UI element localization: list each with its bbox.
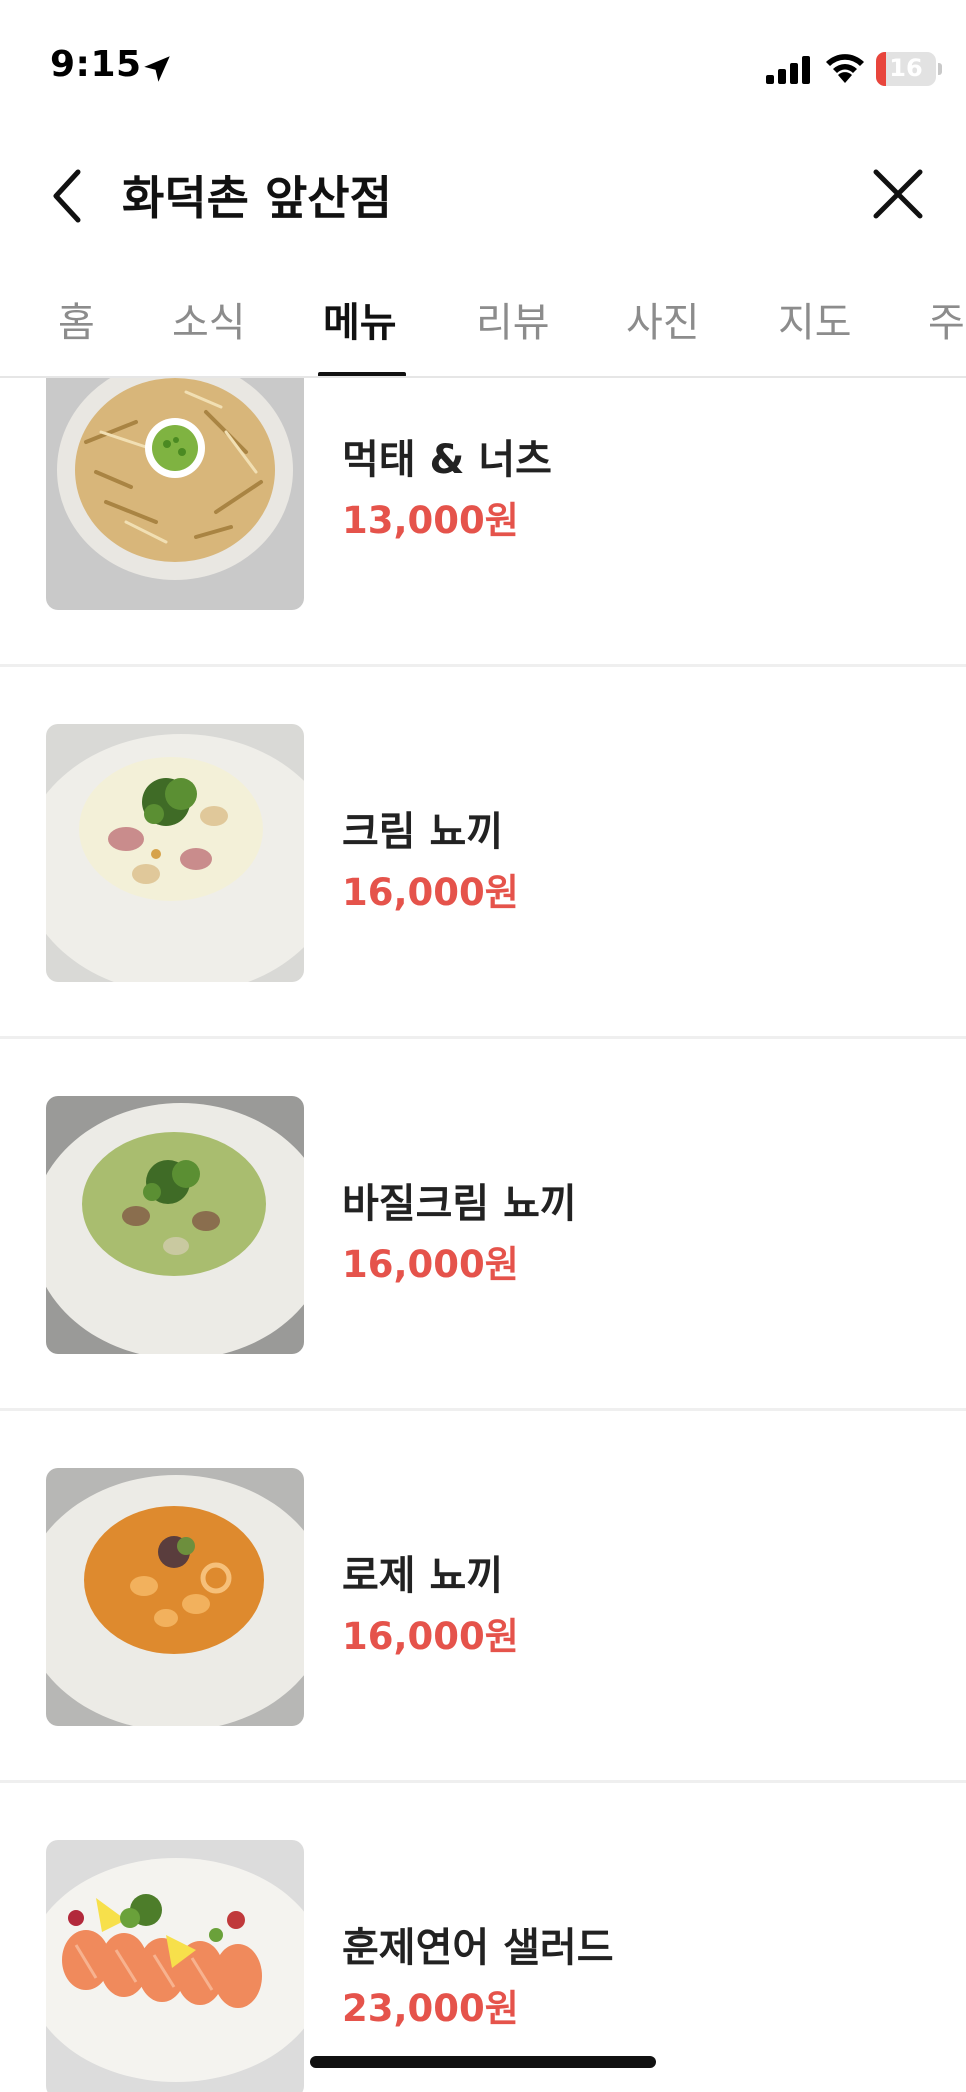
wifi-icon (826, 54, 864, 83)
tab-more[interactable]: 주 (928, 290, 965, 348)
status-bar: 9:15 16 (0, 0, 966, 130)
menu-item-name: 바질크림 뇨끼 (342, 1181, 577, 1227)
tab-reviews[interactable]: 리뷰 (476, 290, 550, 348)
status-time: 9:15 (50, 44, 142, 85)
page-title: 화덕촌 앞산점 (122, 171, 392, 225)
menu-item[interactable]: 훈제연어 샐러드 23,000원 (0, 1783, 966, 2092)
menu-item-price: 16,000원 (342, 1615, 519, 1658)
tab-photos[interactable]: 사진 (626, 290, 700, 348)
menu-item-price: 16,000원 (342, 1243, 519, 1286)
menu-item-image (46, 1468, 304, 1726)
menu-item[interactable]: 먹태 & 너츠 13,000원 (0, 378, 966, 667)
menu-list: 먹태 & 너츠 13,000원 크림 뇨끼 16,000원 바질크림 뇨끼 16… (0, 378, 966, 2092)
battery-cap (938, 63, 942, 75)
menu-item-price: 13,000원 (342, 499, 519, 542)
location-arrow-icon (144, 56, 170, 82)
page-header: 화덕촌 앞산점 (0, 130, 966, 260)
menu-item-price: 16,000원 (342, 871, 519, 914)
close-icon[interactable] (870, 166, 926, 222)
menu-item-name: 크림 뇨끼 (342, 809, 504, 855)
battery-level: 16 (889, 54, 923, 82)
menu-item[interactable]: 바질크림 뇨끼 16,000원 (0, 1039, 966, 1411)
tab-menu[interactable]: 메뉴 (323, 290, 397, 348)
menu-item[interactable]: 로제 뇨끼 16,000원 (0, 1411, 966, 1783)
menu-item-image (46, 1096, 304, 1354)
tab-news[interactable]: 소식 (172, 290, 246, 348)
chevron-left-icon[interactable] (48, 166, 88, 226)
active-tab-indicator (318, 372, 406, 376)
menu-item-image (46, 378, 304, 610)
home-indicator[interactable] (310, 2056, 656, 2068)
app-screen: 9:15 16 화덕촌 앞산점 홈 소식 메뉴 리뷰 사진 지도 주 먹태 & … (0, 0, 966, 2092)
menu-item[interactable]: 크림 뇨끼 16,000원 (0, 667, 966, 1039)
menu-item-name: 먹태 & 너츠 (342, 437, 552, 483)
tab-map[interactable]: 지도 (778, 290, 852, 348)
tab-home[interactable]: 홈 (58, 290, 95, 348)
menu-item-name: 로제 뇨끼 (342, 1553, 504, 1599)
menu-item-image (46, 724, 304, 982)
battery-icon: 16 (876, 52, 936, 86)
menu-item-name: 훈제연어 샐러드 (342, 1925, 614, 1971)
menu-item-price: 23,000원 (342, 1987, 519, 2030)
cellular-signal-icon (766, 56, 810, 84)
menu-item-image (46, 1840, 304, 2092)
tab-bar: 홈 소식 메뉴 리뷰 사진 지도 주 (0, 260, 966, 378)
